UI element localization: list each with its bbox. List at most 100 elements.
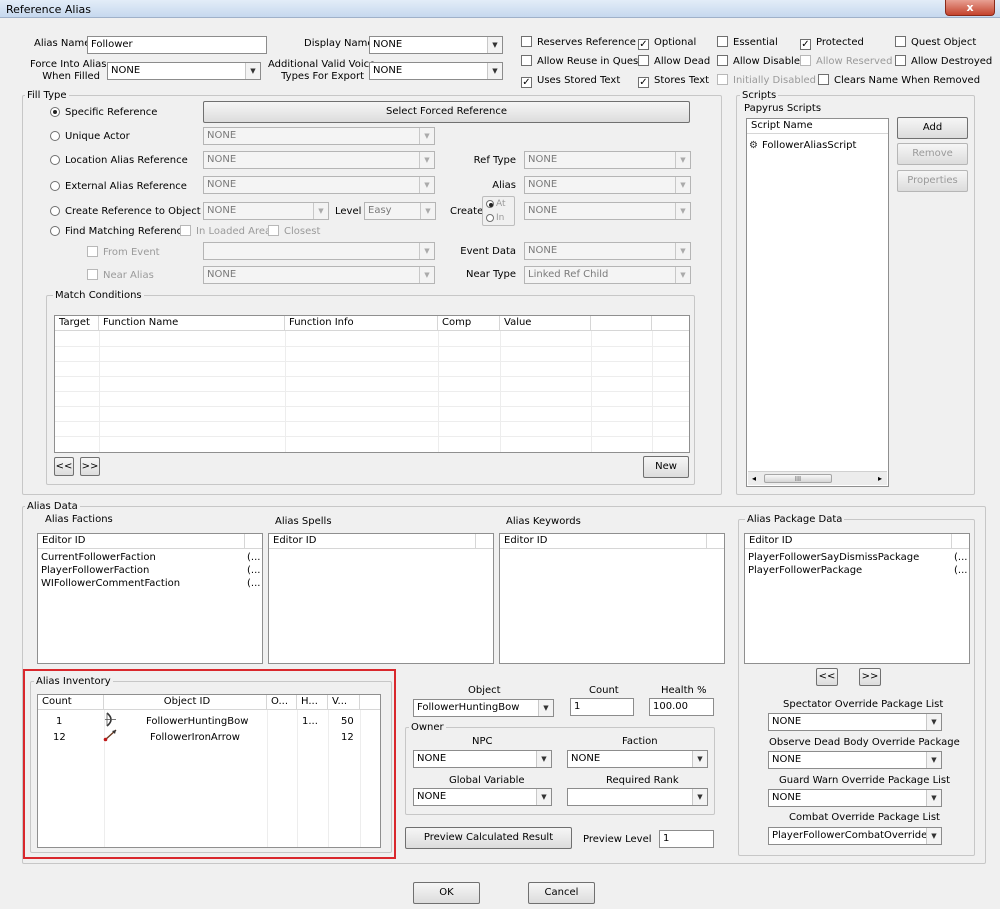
initially-disabled-checkbox[interactable]: Initially Disabled bbox=[717, 74, 816, 87]
combat-override-select[interactable]: PlayerFollowerCombatOverridePac ▼ bbox=[768, 827, 942, 845]
column-header-target[interactable]: Target bbox=[55, 316, 99, 331]
near-alias-checkbox[interactable]: Near Alias bbox=[87, 269, 154, 282]
checkbox-box[interactable] bbox=[268, 225, 279, 236]
allow-reuse-checkbox[interactable]: Allow Reuse in Quest bbox=[521, 55, 642, 68]
add-script-button[interactable]: Add bbox=[897, 117, 968, 139]
create-in-radio[interactable]: In bbox=[486, 212, 504, 225]
dropdown-arrow-icon[interactable]: ▼ bbox=[536, 789, 551, 805]
dropdown-arrow-icon[interactable]: ▼ bbox=[313, 203, 328, 219]
allow-disabled-checkbox[interactable]: Allow Disabled bbox=[717, 55, 806, 68]
dropdown-arrow-icon[interactable]: ▼ bbox=[926, 790, 941, 806]
required-rank-select[interactable]: ▼ bbox=[567, 788, 708, 806]
papyrus-scripts-list[interactable]: Script Name ⚙ FollowerAliasScript ◂ III ▸ bbox=[746, 118, 889, 487]
checkbox-box[interactable] bbox=[521, 36, 532, 47]
count-field[interactable]: 1 bbox=[570, 698, 634, 716]
allow-destroyed-checkbox[interactable]: Allow Destroyed bbox=[895, 55, 992, 68]
checkbox-box[interactable] bbox=[895, 55, 906, 66]
package-prev-button[interactable]: << bbox=[816, 668, 838, 686]
dropdown-arrow-icon[interactable]: ▼ bbox=[419, 152, 434, 168]
close-button[interactable]: x bbox=[945, 0, 995, 16]
column-header-blank[interactable] bbox=[591, 316, 652, 331]
column-header-function-name[interactable]: Function Name bbox=[99, 316, 285, 331]
voice-types-select[interactable]: NONE ▼ bbox=[369, 62, 503, 80]
conditions-next-button[interactable]: >> bbox=[80, 457, 100, 476]
guard-warn-override-select[interactable]: NONE ▼ bbox=[768, 789, 942, 807]
cancel-button[interactable]: Cancel bbox=[528, 882, 595, 904]
dropdown-arrow-icon[interactable]: ▼ bbox=[536, 751, 551, 767]
reserves-reference-checkbox[interactable]: Reserves Reference bbox=[521, 36, 636, 49]
optional-checkbox[interactable]: ✓ Optional bbox=[638, 36, 696, 50]
radio-dot[interactable] bbox=[486, 200, 494, 208]
dropdown-arrow-icon[interactable]: ▼ bbox=[926, 714, 941, 730]
package-row-id[interactable]: PlayerFollowerSayDismissPackage bbox=[748, 551, 919, 564]
external-alias-reference-radio[interactable]: External Alias Reference bbox=[50, 180, 187, 193]
checkbox-box[interactable] bbox=[800, 55, 811, 66]
dropdown-arrow-icon[interactable]: ▼ bbox=[675, 203, 690, 219]
location-alias-select[interactable]: NONE ▼ bbox=[203, 151, 435, 169]
preview-calculated-result-button[interactable]: Preview Calculated Result bbox=[405, 827, 572, 849]
dropdown-arrow-icon[interactable]: ▼ bbox=[675, 243, 690, 259]
column-header-editor-id[interactable]: Editor ID bbox=[500, 534, 707, 549]
essential-checkbox[interactable]: Essential bbox=[717, 36, 778, 49]
dropdown-arrow-icon[interactable]: ▼ bbox=[419, 128, 434, 144]
package-next-button[interactable]: >> bbox=[859, 668, 881, 686]
display-name-select[interactable]: NONE ▼ bbox=[369, 36, 503, 54]
in-loaded-area-checkbox[interactable]: In Loaded Area bbox=[180, 225, 271, 238]
column-header-script-name[interactable]: Script Name bbox=[747, 119, 888, 134]
specific-reference-radio[interactable]: Specific Reference bbox=[50, 106, 157, 119]
scroll-right-icon[interactable]: ▸ bbox=[878, 472, 882, 485]
scroll-thumb[interactable]: III bbox=[764, 474, 832, 483]
force-into-alias-select[interactable]: NONE ▼ bbox=[107, 62, 261, 80]
create-location-select[interactable]: NONE ▼ bbox=[524, 202, 691, 220]
radio-dot[interactable] bbox=[50, 155, 60, 165]
dropdown-arrow-icon[interactable]: ▼ bbox=[245, 63, 260, 79]
faction-select[interactable]: NONE ▼ bbox=[567, 750, 708, 768]
column-header-editor-id[interactable]: Editor ID bbox=[745, 534, 952, 549]
external-alias-select[interactable]: NONE ▼ bbox=[203, 176, 435, 194]
ref-type-select[interactable]: NONE ▼ bbox=[524, 151, 691, 169]
create-at-radio[interactable]: At bbox=[486, 198, 506, 211]
radio-dot[interactable] bbox=[50, 206, 60, 216]
dropdown-arrow-icon[interactable]: ▼ bbox=[926, 828, 941, 844]
dropdown-arrow-icon[interactable]: ▼ bbox=[692, 751, 707, 767]
ok-button[interactable]: OK bbox=[413, 882, 480, 904]
allow-reserved-checkbox[interactable]: Allow Reserved bbox=[800, 55, 892, 68]
alias-spells-list[interactable]: Editor ID bbox=[268, 533, 494, 664]
match-conditions-list[interactable]: Target Function Name Function Info Comp … bbox=[54, 315, 690, 453]
checkbox-box[interactable] bbox=[180, 225, 191, 236]
checkbox-box[interactable] bbox=[638, 55, 649, 66]
location-alias-reference-radio[interactable]: Location Alias Reference bbox=[50, 154, 188, 167]
create-reference-radio[interactable]: Create Reference to Object bbox=[50, 205, 201, 218]
dropdown-arrow-icon[interactable]: ▼ bbox=[419, 243, 434, 259]
checkbox-box[interactable] bbox=[717, 74, 728, 85]
near-alias-select[interactable]: NONE ▼ bbox=[203, 266, 435, 284]
closest-checkbox[interactable]: Closest bbox=[268, 225, 320, 238]
column-header-editor-id[interactable]: Editor ID bbox=[38, 534, 245, 549]
select-forced-reference-button[interactable]: Select Forced Reference bbox=[203, 101, 690, 123]
checkbox-box[interactable] bbox=[87, 246, 98, 257]
radio-dot[interactable] bbox=[50, 107, 60, 117]
checkbox-box[interactable]: ✓ bbox=[800, 39, 811, 50]
find-matching-reference-radio[interactable]: Find Matching Reference bbox=[50, 225, 188, 238]
radio-dot[interactable] bbox=[50, 226, 60, 236]
faction-row-id[interactable]: CurrentFollowerFaction bbox=[41, 551, 156, 564]
preview-level-field[interactable]: 1 bbox=[659, 830, 714, 848]
checkbox-box[interactable] bbox=[87, 269, 98, 280]
health-field[interactable]: 100.00 bbox=[649, 698, 714, 716]
new-condition-button[interactable]: New bbox=[643, 456, 689, 478]
unique-actor-radio[interactable]: Unique Actor bbox=[50, 130, 130, 143]
column-header-function-info[interactable]: Function Info bbox=[285, 316, 438, 331]
level-select[interactable]: Easy ▼ bbox=[364, 202, 436, 220]
dropdown-arrow-icon[interactable]: ▼ bbox=[675, 152, 690, 168]
event-data-select[interactable]: NONE ▼ bbox=[524, 242, 691, 260]
dropdown-arrow-icon[interactable]: ▼ bbox=[926, 752, 941, 768]
dropdown-arrow-icon[interactable]: ▼ bbox=[675, 267, 690, 283]
uses-stored-text-checkbox[interactable]: ✓ Uses Stored Text bbox=[521, 74, 620, 88]
dropdown-arrow-icon[interactable]: ▼ bbox=[538, 700, 553, 716]
alias-factions-list[interactable]: Editor ID CurrentFollowerFaction (... Pl… bbox=[37, 533, 263, 664]
dropdown-arrow-icon[interactable]: ▼ bbox=[419, 177, 434, 193]
radio-dot[interactable] bbox=[486, 214, 494, 222]
spectator-override-select[interactable]: NONE ▼ bbox=[768, 713, 942, 731]
checkbox-box[interactable]: ✓ bbox=[638, 77, 649, 88]
faction-row-id[interactable]: WIFollowerCommentFaction bbox=[41, 577, 180, 590]
